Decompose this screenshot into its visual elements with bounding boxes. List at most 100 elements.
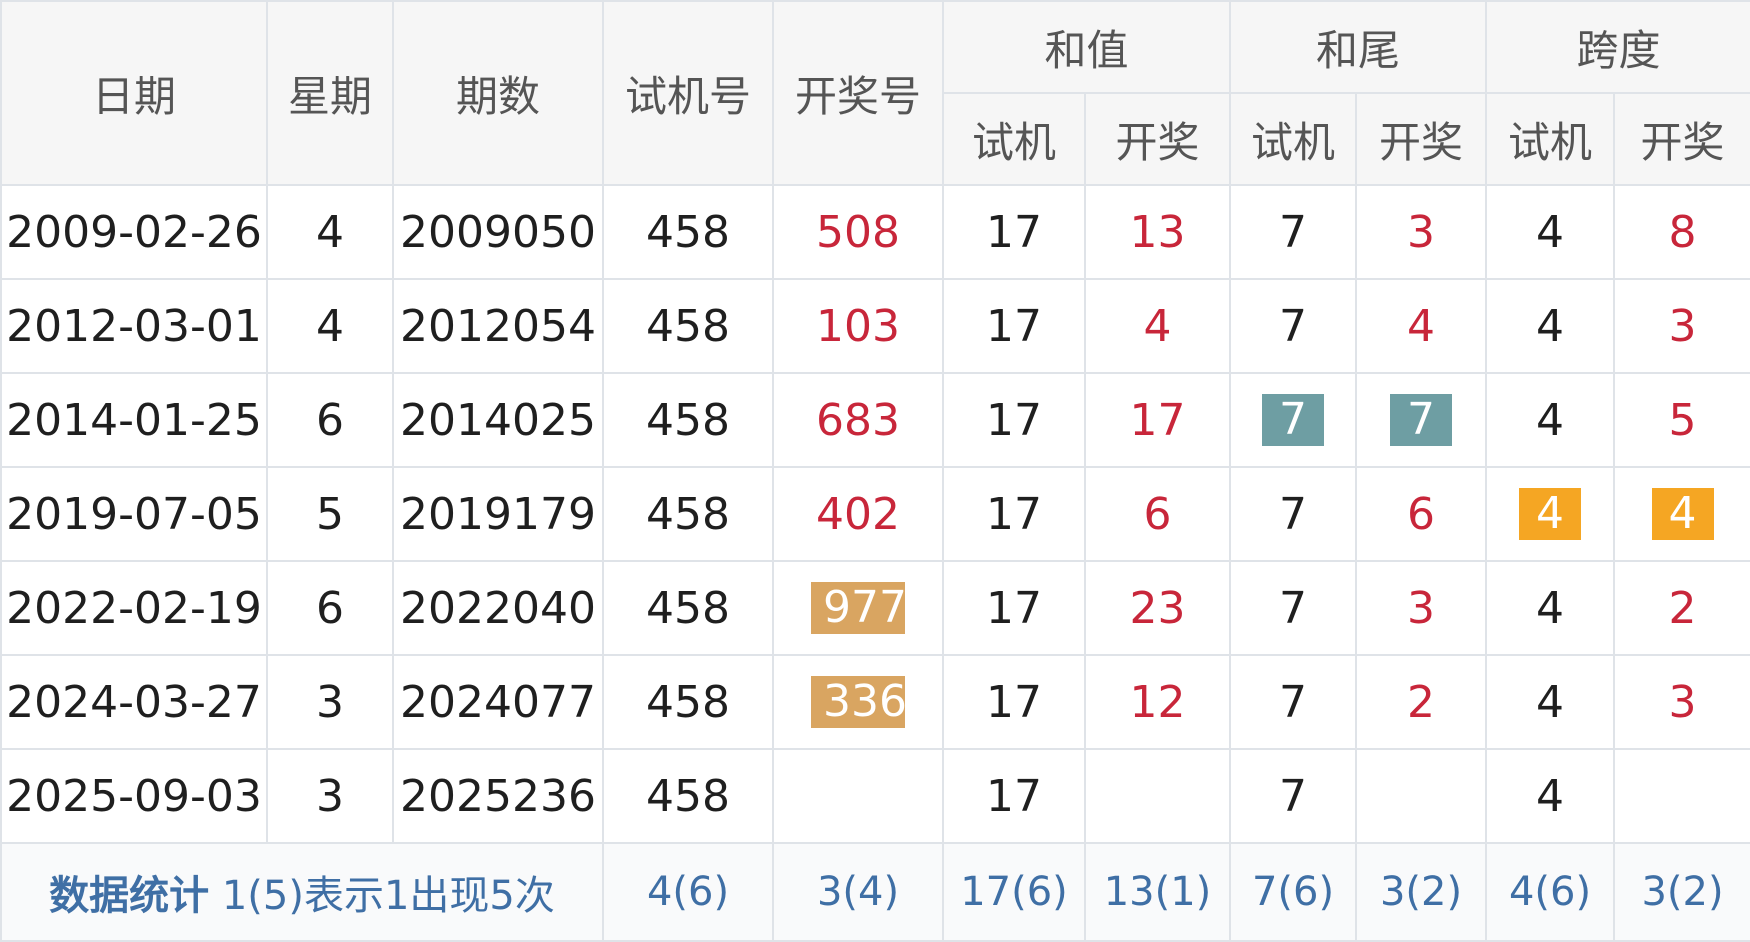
cell-span-test: 4	[1485, 654, 1616, 750]
highlight-badge: 4	[1519, 488, 1582, 540]
cell-date: 2019-07-05	[0, 466, 268, 562]
cell-draw-number: 336	[772, 654, 944, 750]
cell-sum-test: 17	[942, 184, 1086, 280]
cell-span-test: 4	[1485, 372, 1616, 468]
header-span-group: 跨度	[1485, 0, 1750, 94]
cell-issue: 2025236	[392, 748, 604, 844]
cell-date: 2024-03-27	[0, 654, 268, 750]
table-row: 2024-03-27 3 2024077 458 336 17 12 7 2 4…	[0, 654, 1750, 750]
header-weekday: 星期	[266, 0, 394, 186]
table-row: 2009-02-26 4 2009050 458 508 17 13 7 3 4…	[0, 184, 1750, 280]
cell-span-test: 4	[1485, 466, 1616, 562]
cell-weekday: 4	[266, 184, 394, 280]
cell-draw-number: 683	[772, 372, 944, 468]
cell-weekday: 6	[266, 372, 394, 468]
cell-date: 2025-09-03	[0, 748, 268, 844]
cell-tail-draw	[1355, 748, 1488, 844]
table-row: 2014-01-25 6 2014025 458 683 17 17 7 7 4…	[0, 372, 1750, 468]
cell-tail-draw: 2	[1355, 654, 1488, 750]
cell-issue: 2014025	[392, 372, 604, 468]
header-tail-group: 和尾	[1229, 0, 1488, 94]
highlight-badge: 977	[811, 582, 907, 634]
cell-sum-test: 17	[942, 372, 1086, 468]
cell-tail-draw: 7	[1355, 372, 1488, 468]
header-date: 日期	[0, 0, 268, 186]
stats-draw-number: 3(4)	[772, 842, 944, 942]
table-row: 2012-03-01 4 2012054 458 103 17 4 7 4 4 …	[0, 278, 1750, 374]
cell-span-draw: 5	[1613, 372, 1750, 468]
cell-draw-number: 508	[772, 184, 944, 280]
header-test-number: 试机号	[602, 0, 774, 186]
header-issue: 期数	[392, 0, 604, 186]
draw-history-table: 日期 星期 期数 试机号 开奖号 和值 和尾 跨度 试机 开奖 试机 开奖 试机…	[0, 0, 1750, 942]
cell-span-draw: 2	[1613, 560, 1750, 656]
cell-weekday: 3	[266, 654, 394, 750]
cell-tail-draw: 6	[1355, 466, 1488, 562]
cell-span-test: 4	[1485, 278, 1616, 374]
cell-weekday: 5	[266, 466, 394, 562]
table-row: 2019-07-05 5 2019179 458 402 17 6 7 6 4 …	[0, 466, 1750, 562]
cell-test-number: 458	[602, 748, 774, 844]
stats-span-test: 4(6)	[1485, 842, 1616, 942]
stats-sum-test: 17(6)	[942, 842, 1086, 942]
stats-test-number: 4(6)	[602, 842, 774, 942]
cell-weekday: 3	[266, 748, 394, 844]
cell-tail-draw: 3	[1355, 560, 1488, 656]
cell-tail-test: 7	[1229, 184, 1358, 280]
cell-date: 2009-02-26	[0, 184, 268, 280]
header-sum-draw: 开奖	[1083, 92, 1232, 186]
cell-sum-draw	[1083, 748, 1232, 844]
cell-test-number: 458	[602, 654, 774, 750]
header-sum-test: 试机	[942, 92, 1086, 186]
cell-span-draw: 3	[1613, 278, 1750, 374]
stats-caption: 数据统计 1(5)表示1出现5次	[0, 842, 604, 942]
cell-sum-test: 17	[942, 560, 1086, 656]
cell-draw-number	[772, 748, 944, 844]
cell-date: 2022-02-19	[0, 560, 268, 656]
table-row: 2022-02-19 6 2022040 458 977 17 23 7 3 4…	[0, 560, 1750, 656]
header-span-draw: 开奖	[1613, 92, 1750, 186]
cell-span-test: 4	[1485, 184, 1616, 280]
highlight-badge: 336	[811, 676, 907, 728]
stats-tail-test: 7(6)	[1229, 842, 1358, 942]
cell-weekday: 6	[266, 560, 394, 656]
stats-note: 1(5)表示1出现5次	[221, 873, 555, 919]
cell-tail-test: 7	[1229, 748, 1358, 844]
cell-test-number: 458	[602, 466, 774, 562]
cell-tail-test: 7	[1229, 654, 1358, 750]
stats-row: 数据统计 1(5)表示1出现5次 4(6) 3(4) 17(6) 13(1) 7…	[0, 842, 1750, 942]
stats-span-draw: 3(2)	[1613, 842, 1750, 942]
header-tail-draw: 开奖	[1355, 92, 1488, 186]
cell-tail-draw: 3	[1355, 184, 1488, 280]
highlight-badge: 4	[1651, 488, 1714, 540]
header-sum-group: 和值	[941, 0, 1232, 94]
cell-span-draw: 4	[1613, 466, 1750, 562]
cell-weekday: 4	[266, 278, 394, 374]
cell-sum-test: 17	[942, 748, 1086, 844]
stats-label: 数据统计	[49, 873, 210, 919]
cell-tail-test: 7	[1229, 466, 1358, 562]
cell-sum-test: 17	[942, 466, 1086, 562]
cell-tail-test: 7	[1229, 560, 1358, 656]
cell-span-draw	[1613, 748, 1750, 844]
cell-date: 2012-03-01	[0, 278, 268, 374]
cell-issue: 2012054	[392, 278, 604, 374]
cell-test-number: 458	[602, 278, 774, 374]
cell-tail-test: 7	[1229, 278, 1358, 374]
cell-span-test: 4	[1485, 560, 1616, 656]
cell-test-number: 458	[602, 184, 774, 280]
stats-tail-draw: 3(2)	[1355, 842, 1488, 942]
cell-issue: 2019179	[392, 466, 604, 562]
cell-issue: 2022040	[392, 560, 604, 656]
cell-tail-test: 7	[1229, 372, 1358, 468]
cell-draw-number: 402	[772, 466, 944, 562]
header-tail-test: 试机	[1229, 92, 1358, 186]
cell-span-draw: 8	[1613, 184, 1750, 280]
cell-draw-number: 977	[772, 560, 944, 656]
cell-sum-draw: 17	[1083, 372, 1232, 468]
cell-sum-draw: 6	[1083, 466, 1232, 562]
highlight-badge: 7	[1390, 394, 1453, 446]
highlight-badge: 7	[1262, 394, 1325, 446]
cell-test-number: 458	[602, 560, 774, 656]
cell-issue: 2009050	[392, 184, 604, 280]
